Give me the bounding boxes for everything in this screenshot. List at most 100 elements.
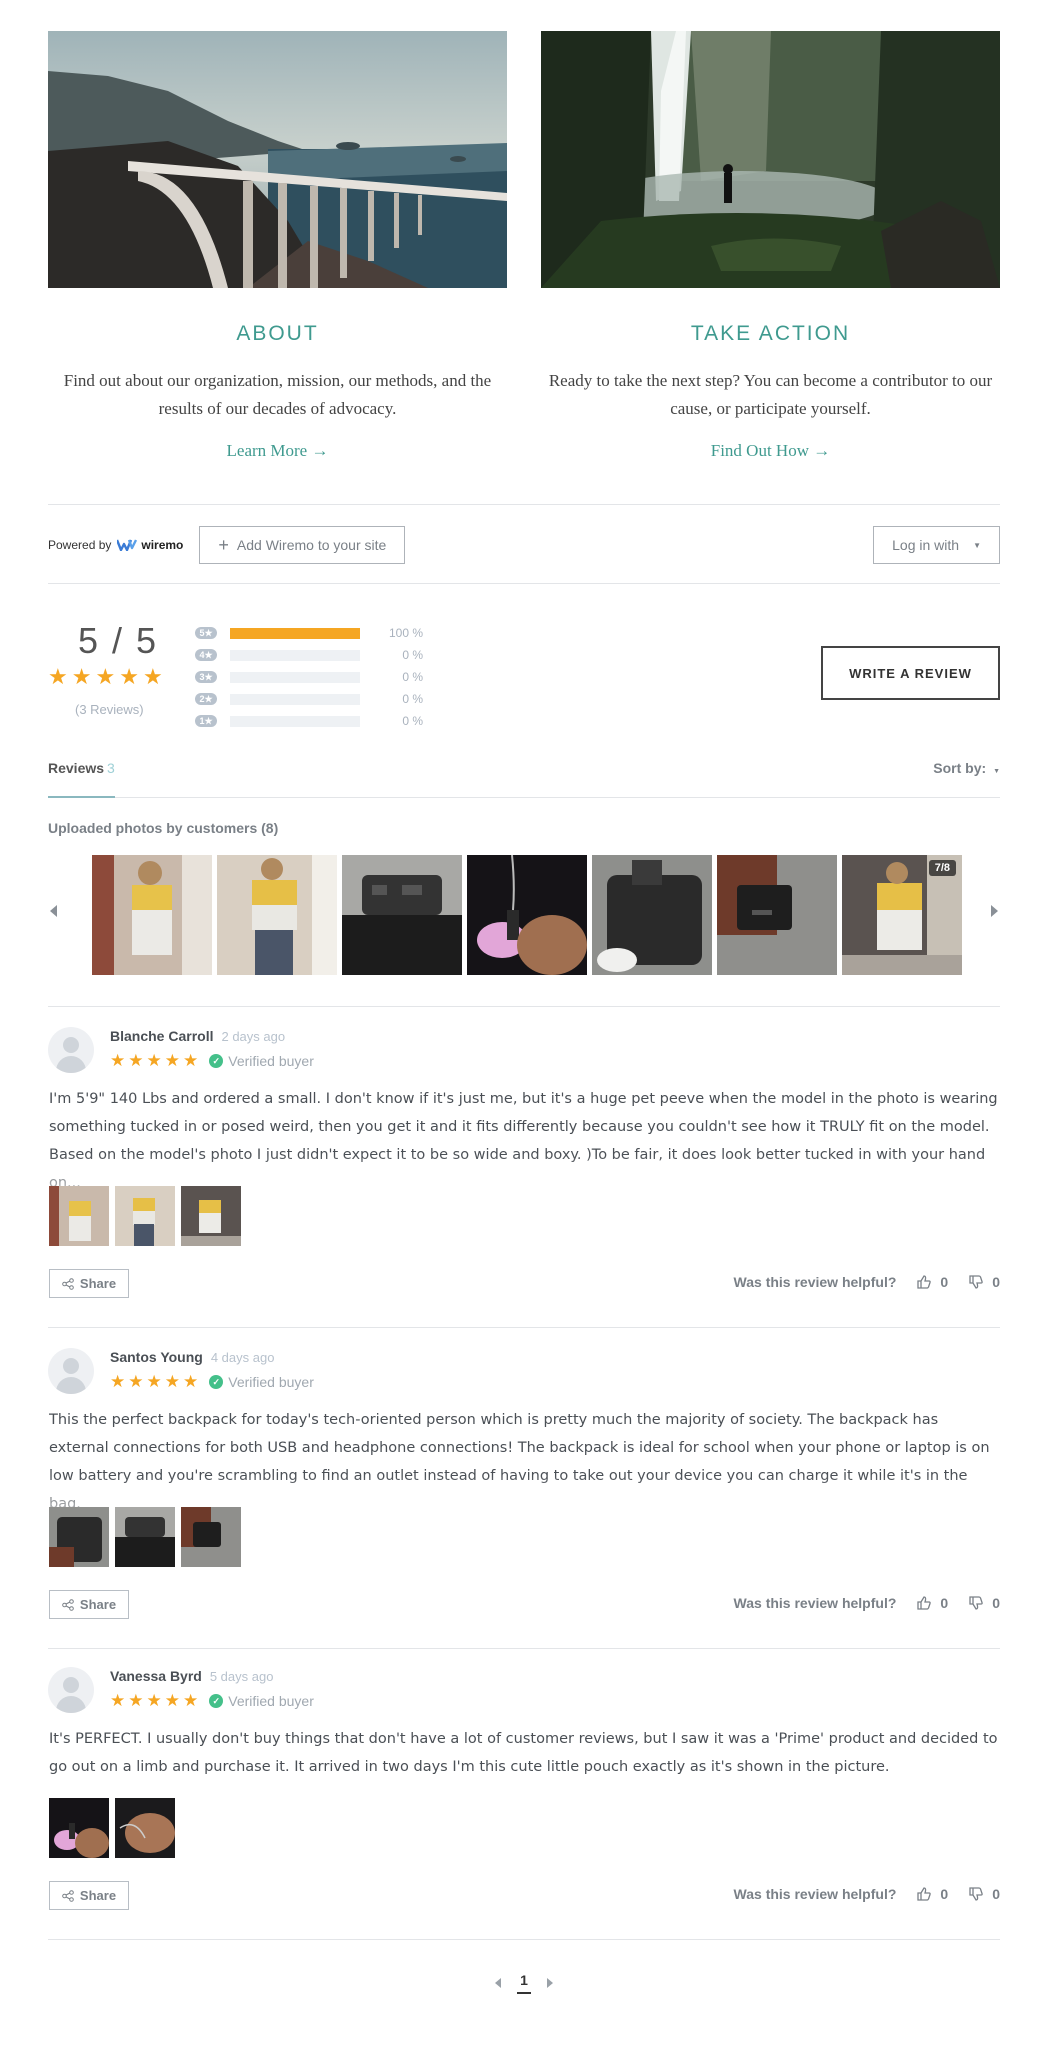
- about-title: ABOUT: [236, 322, 319, 345]
- rating-bar-track: [230, 627, 360, 639]
- page-prev-icon[interactable]: [495, 1978, 502, 1988]
- login-with-dropdown[interactable]: Log in with ▼: [873, 526, 1000, 564]
- add-wiremo-button[interactable]: + Add Wiremo to your site: [199, 526, 406, 564]
- check-icon: ✓: [209, 1375, 224, 1389]
- star-icon: ★: [142, 664, 163, 689]
- sort-label: Sort by:: [933, 760, 987, 776]
- review-photo-thumb[interactable]: [115, 1507, 175, 1567]
- star-icon: ★: [164, 1691, 180, 1710]
- find-out-how-link[interactable]: Find Out How →: [711, 441, 830, 461]
- powered-by: Powered by wiremo: [48, 538, 183, 552]
- review-photo-thumb[interactable]: [49, 1186, 109, 1246]
- wiremo-logo[interactable]: wiremo: [117, 538, 183, 552]
- review-photo-thumb[interactable]: [49, 1507, 109, 1567]
- review-text[interactable]: It's PERFECT. I usually don't buy things…: [49, 1725, 1001, 1781]
- share-label: Share: [79, 1888, 117, 1903]
- thumbs-up-button[interactable]: 0: [916, 1274, 948, 1290]
- review-photo-thumb[interactable]: [115, 1186, 175, 1246]
- take-action-text: Ready to take the next step? You can bec…: [548, 371, 993, 418]
- helpful-block: Was this review helpful? 0 0: [734, 1595, 1000, 1611]
- tab-reviews[interactable]: Reviews 3: [48, 760, 115, 798]
- thumbs-up-button[interactable]: 0: [916, 1886, 948, 1902]
- thumbs-down-button[interactable]: 0: [968, 1274, 1000, 1290]
- thumbs-down-button[interactable]: 0: [968, 1595, 1000, 1611]
- divider: [48, 504, 1000, 505]
- feature-cards: ABOUT Find out about our organization, m…: [48, 31, 1000, 461]
- customer-photo[interactable]: [217, 855, 337, 975]
- photo-counter: 7/8: [928, 860, 956, 876]
- star-icon: ★: [110, 1372, 126, 1391]
- rating-badge: 5★: [195, 627, 217, 639]
- helpful-label: Was this review helpful?: [733, 1595, 897, 1611]
- rating-badge: 2★: [195, 693, 217, 705]
- add-wiremo-label: Add Wiremo to your site: [236, 537, 387, 553]
- carousel-next-icon[interactable]: [991, 905, 998, 917]
- review-photo-thumb[interactable]: [49, 1798, 109, 1858]
- review-text[interactable]: This the perfect backpack for today's te…: [49, 1406, 1001, 1518]
- caret-down-icon: ▼: [973, 540, 981, 550]
- carousel-prev-icon[interactable]: [50, 905, 57, 917]
- sort-dropdown[interactable]: Sort by: ▼: [933, 760, 1000, 776]
- avatar: [48, 1027, 94, 1073]
- rating-bar-row[interactable]: 3★ 0 %: [195, 666, 423, 688]
- powered-prefix: Powered by: [48, 538, 112, 552]
- review-photo-thumb[interactable]: [115, 1798, 175, 1858]
- review-date: 4 days ago: [210, 1350, 275, 1365]
- star-icon: ★: [128, 1051, 144, 1070]
- share-button[interactable]: Share: [49, 1269, 129, 1298]
- share-icon: [62, 1889, 74, 1902]
- rating-bar-row[interactable]: 2★ 0 %: [195, 688, 423, 710]
- reviews-tabbar: Reviews 3 Sort by: ▼: [48, 760, 1000, 798]
- reviewer-name-text: Santos Young: [110, 1349, 203, 1365]
- customer-photo[interactable]: [592, 855, 712, 975]
- page-next-icon[interactable]: [546, 1978, 553, 1988]
- customer-photo[interactable]: 7/8: [842, 855, 962, 975]
- widget-header: Powered by wiremo + Add Wiremo to your s…: [48, 525, 1000, 565]
- verified-label: Verified buyer: [228, 1693, 314, 1709]
- review-count: (3 Reviews): [75, 702, 144, 717]
- login-label: Log in with: [892, 537, 960, 553]
- share-button[interactable]: Share: [49, 1881, 129, 1910]
- avatar: [48, 1348, 94, 1394]
- rating-percent: 0 %: [402, 648, 423, 662]
- write-review-button[interactable]: WRITE A REVIEW: [821, 646, 1000, 700]
- take-action-card: TAKE ACTION Ready to take the next step?…: [541, 31, 1000, 461]
- star-icon: ★: [95, 664, 116, 689]
- rating-percent: 0 %: [402, 714, 423, 728]
- waterfall-photo: [541, 31, 1000, 288]
- verified-badge: ✓ Verified buyer: [209, 1053, 314, 1069]
- rating-bar-row[interactable]: 4★ 0 %: [195, 644, 423, 666]
- learn-more-link[interactable]: Learn More →: [227, 441, 329, 461]
- share-icon: [62, 1277, 74, 1290]
- rating-badge: 1★: [195, 715, 217, 727]
- rating-bar-row[interactable]: 5★ 100 %: [195, 622, 423, 644]
- rating-summary: 5 / 5 ★ ★ ★ ★ ★ (3 Reviews) 5★ 100 % 4★ …: [48, 620, 1000, 730]
- rating-percent: 0 %: [402, 692, 423, 706]
- thumbs-up-count: 0: [940, 1274, 949, 1290]
- star-icon: ★: [110, 1051, 126, 1070]
- review-photo-thumb[interactable]: [181, 1507, 241, 1567]
- customer-photo[interactable]: [92, 855, 212, 975]
- star-icon: ★: [146, 1372, 162, 1391]
- thumbs-down-button[interactable]: 0: [968, 1886, 1000, 1902]
- verified-label: Verified buyer: [228, 1053, 314, 1069]
- verified-label: Verified buyer: [228, 1374, 314, 1390]
- share-icon: [62, 1598, 74, 1611]
- take-action-title: TAKE ACTION: [690, 322, 851, 345]
- star-icon: ★: [183, 1691, 199, 1710]
- star-icon: ★: [183, 1051, 199, 1070]
- review-photo-thumb[interactable]: [181, 1186, 241, 1246]
- thumbs-up-button[interactable]: 0: [916, 1595, 948, 1611]
- customer-photo[interactable]: [467, 855, 587, 975]
- page-number-current[interactable]: 1: [517, 1972, 531, 1994]
- thumbs-down-count: 0: [992, 1595, 1000, 1611]
- review-photos: [49, 1507, 241, 1567]
- rating-bar-row[interactable]: 1★ 0 %: [195, 710, 423, 732]
- share-button[interactable]: Share: [49, 1590, 129, 1619]
- divider: [48, 1006, 1000, 1007]
- customer-photo[interactable]: [342, 855, 462, 975]
- review-text[interactable]: I'm 5'9" 140 Lbs and ordered a small. I …: [49, 1085, 1001, 1197]
- helpful-label: Was this review helpful?: [733, 1274, 897, 1290]
- customer-photo[interactable]: [717, 855, 837, 975]
- rating-bar-track: [230, 671, 360, 683]
